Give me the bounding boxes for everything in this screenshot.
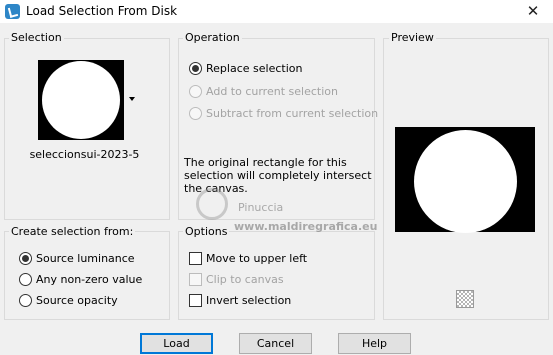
radio-button-checked[interactable] bbox=[19, 252, 32, 265]
watermark-logo bbox=[196, 188, 228, 220]
radio-label: Subtract from current selection bbox=[206, 107, 379, 120]
load-button[interactable]: Load bbox=[140, 333, 213, 354]
radio-label: Source luminance bbox=[36, 252, 135, 265]
watermark-name: Pinuccia bbox=[238, 201, 284, 214]
radio-button[interactable] bbox=[19, 273, 32, 286]
checkerboard-icon[interactable] bbox=[456, 290, 474, 308]
preview-image bbox=[395, 127, 535, 233]
selection-file-name: seleccionsui-2023-5 bbox=[29, 148, 140, 161]
checkbox[interactable] bbox=[189, 252, 202, 265]
watermark-site: www.maldiregrafica.eu bbox=[234, 220, 378, 233]
radio-label: Add to current selection bbox=[206, 85, 338, 98]
title-bar: Load Selection From Disk ✕ bbox=[0, 0, 553, 23]
checkbox[interactable] bbox=[189, 294, 202, 307]
checkbox-label: Clip to canvas bbox=[206, 273, 284, 286]
selection-group-label: Selection bbox=[9, 31, 64, 45]
radio-button-checked[interactable] bbox=[189, 62, 202, 75]
close-icon[interactable]: ✕ bbox=[513, 0, 553, 23]
thumbnail-circle-shape bbox=[42, 61, 120, 139]
chevron-down-icon[interactable] bbox=[129, 97, 135, 101]
radio-button-disabled bbox=[189, 85, 202, 98]
checkbox-label: Move to upper left bbox=[206, 252, 308, 265]
help-button[interactable]: Help bbox=[338, 333, 411, 354]
radio-label: Any non-zero value bbox=[36, 273, 143, 286]
checkbox-disabled bbox=[189, 273, 202, 286]
selection-app-icon bbox=[5, 4, 20, 19]
create-selection-group-label: Create selection from: bbox=[9, 225, 136, 239]
radio-label: Replace selection bbox=[206, 62, 303, 75]
cancel-button[interactable]: Cancel bbox=[239, 333, 312, 354]
radio-label: Source opacity bbox=[36, 294, 118, 307]
radio-button-disabled bbox=[189, 107, 202, 120]
radio-button[interactable] bbox=[19, 294, 32, 307]
selection-thumbnail[interactable] bbox=[38, 60, 124, 140]
checkbox-label: Invert selection bbox=[206, 294, 292, 307]
preview-circle-shape bbox=[414, 130, 517, 233]
preview-group-label: Preview bbox=[389, 31, 436, 45]
options-group-label: Options bbox=[183, 225, 230, 239]
operation-group-label: Operation bbox=[183, 31, 242, 45]
window-title: Load Selection From Disk bbox=[26, 4, 178, 18]
